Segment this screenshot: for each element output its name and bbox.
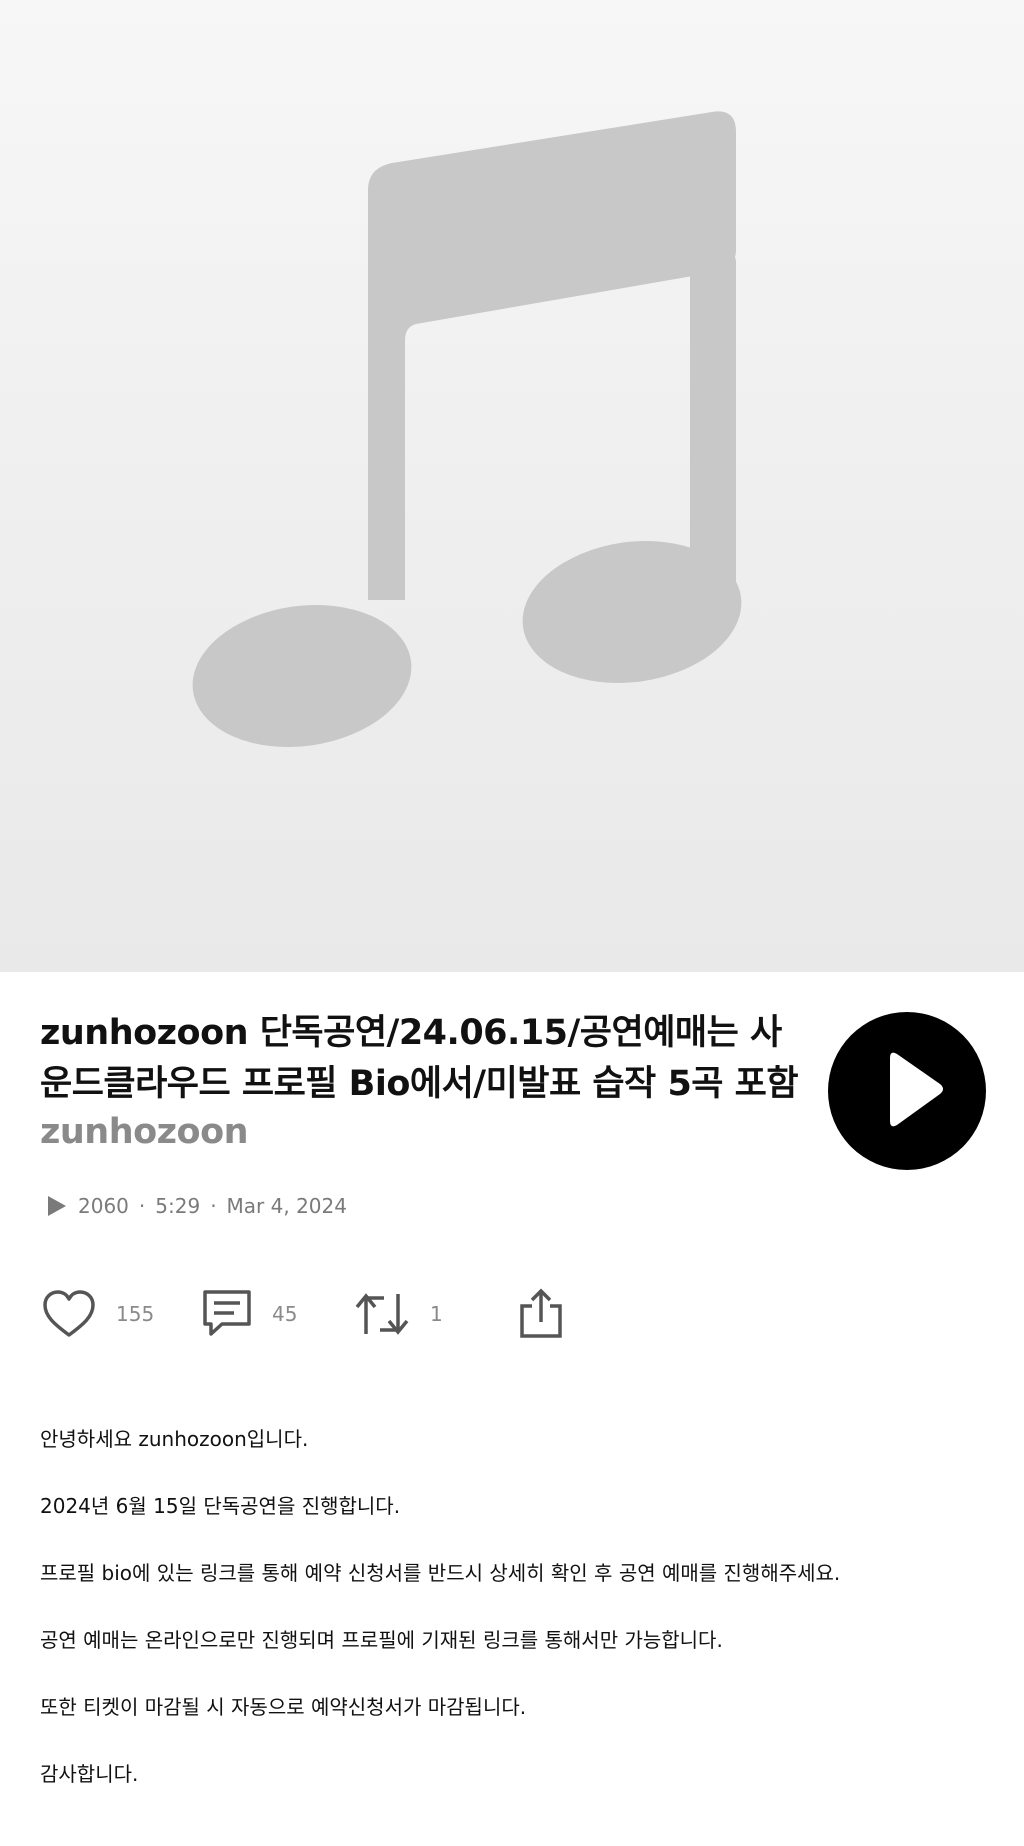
comment-button[interactable]: 45 xyxy=(202,1286,297,1342)
track-meta: 2060 · 5:29 · Mar 4, 2024 xyxy=(46,1191,347,1221)
track-duration: 5:29 xyxy=(155,1194,201,1218)
track-description: 안녕하세요 zunhozoon입니다. 2024년 6월 15일 단독공연을 진… xyxy=(40,1424,980,1826)
repost-icon xyxy=(355,1293,409,1335)
track-title: zunhozoon 단독공연/24.06.15/공연예매는 사운드클라우드 프로… xyxy=(40,1013,799,1104)
repost-count: 1 xyxy=(430,1302,443,1326)
like-button[interactable]: 155 xyxy=(42,1286,154,1342)
heart-icon xyxy=(43,1290,95,1337)
like-count: 155 xyxy=(116,1302,155,1326)
play-count: 2060 xyxy=(78,1194,129,1218)
description-line: 2024년 6월 15일 단독공연을 진행합니다. xyxy=(40,1494,401,1518)
repost-button[interactable]: 1 xyxy=(354,1286,443,1342)
share-button[interactable] xyxy=(518,1286,564,1342)
track-artwork xyxy=(0,0,1024,972)
description-line: 안녕하세요 zunhozoon입니다. xyxy=(40,1427,309,1451)
description-line: 감사합니다. xyxy=(40,1762,139,1786)
description-line: 프로필 bio에 있는 링크를 통해 예약 신청서를 반드시 상세히 확인 후 … xyxy=(40,1561,841,1585)
play-icon xyxy=(890,1052,943,1127)
artist-name[interactable]: zunhozoon xyxy=(40,1112,249,1152)
comment-count: 45 xyxy=(272,1302,298,1326)
play-count-icon xyxy=(48,1196,66,1216)
play-button[interactable] xyxy=(828,1012,986,1170)
separator: · xyxy=(138,1194,146,1218)
description-line: 또한 티켓이 마감될 시 자동으로 예약신청서가 마감됩니다. xyxy=(40,1695,527,1719)
music-note-icon xyxy=(192,111,742,747)
separator: · xyxy=(210,1194,217,1218)
share-icon xyxy=(520,1288,562,1338)
upload-date: Mar 4, 2024 xyxy=(226,1194,347,1218)
comment-icon xyxy=(203,1290,251,1336)
description-line: 공연 예매는 온라인으로만 진행되며 프로필에 기재된 링크를 통해서만 가능합… xyxy=(40,1628,723,1652)
